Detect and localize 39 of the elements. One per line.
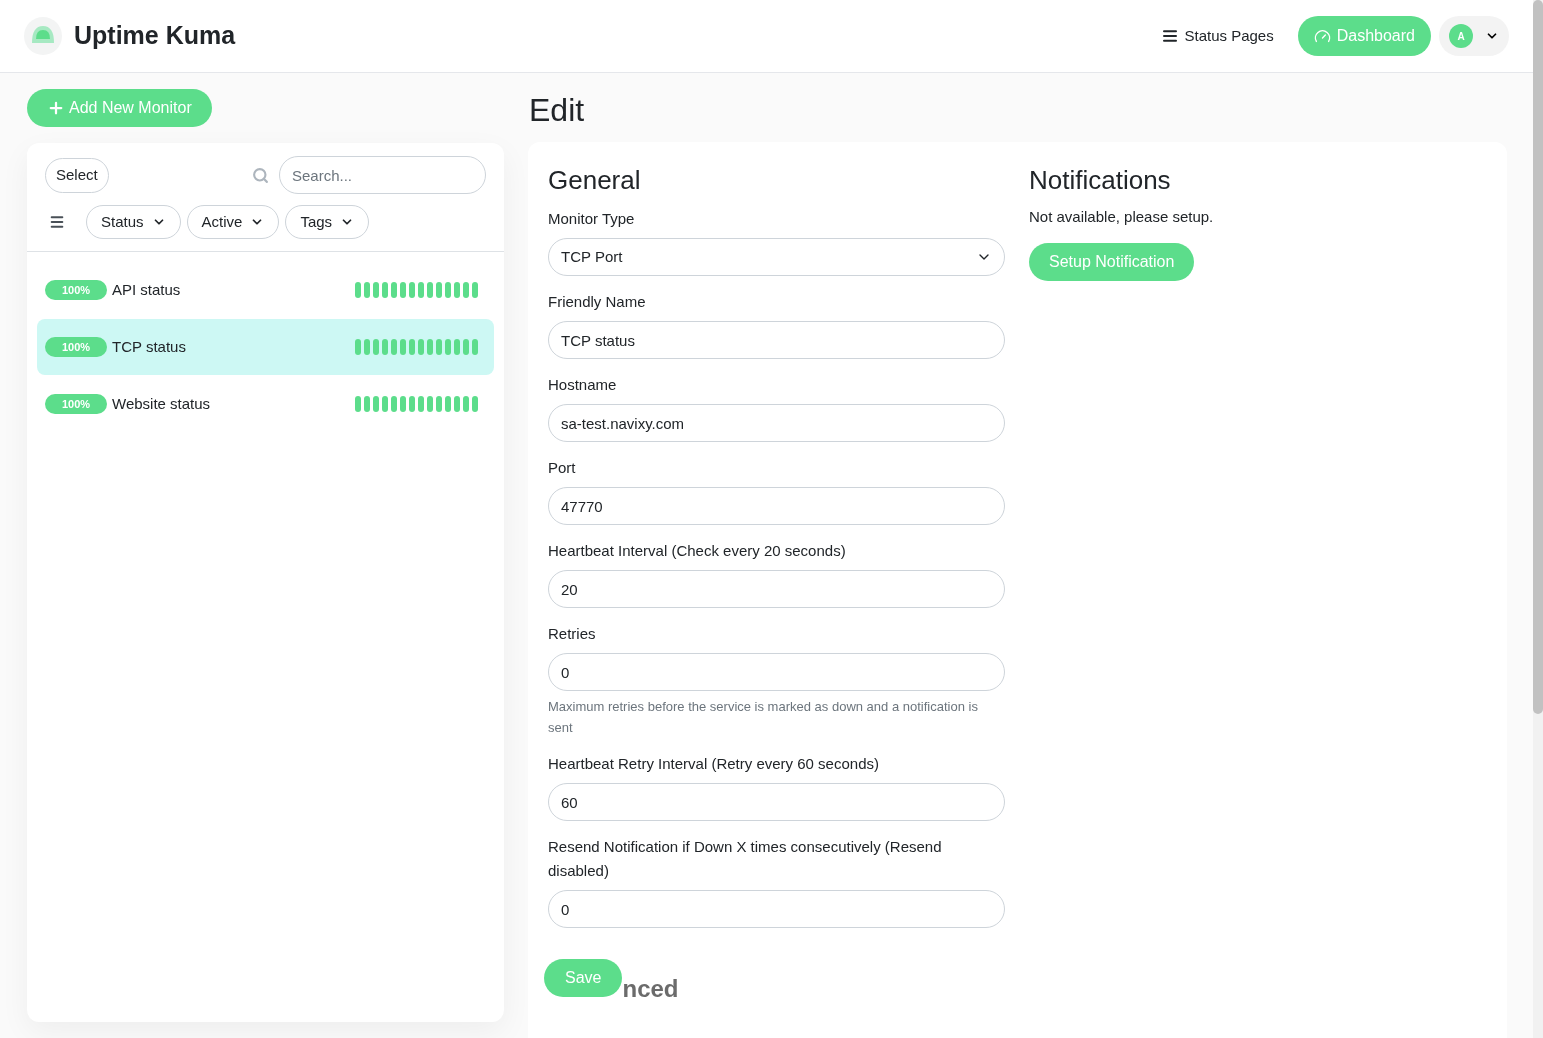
monitor-name: TCP status bbox=[112, 336, 186, 357]
menu-icon bbox=[1162, 28, 1179, 44]
uptime-badge: 100% bbox=[45, 337, 107, 357]
field-label: Heartbeat Retry Interval (Retry every 60 seconds) bbox=[548, 754, 880, 774]
input-field[interactable]: 0 bbox=[548, 890, 1005, 928]
section-title: Notifications bbox=[1029, 164, 1172, 196]
help-text: Maximum retries before the service is marked as down and a notification is sent bbox=[548, 698, 979, 737]
input-field[interactable]: 47770 bbox=[548, 487, 1005, 525]
field-label: Monitor Type bbox=[548, 209, 636, 229]
notifications-text: Not available, please setup. bbox=[1029, 207, 1215, 227]
avatar: A bbox=[1449, 24, 1473, 48]
gauge-icon bbox=[1313, 27, 1331, 45]
section-title: nced bbox=[622, 975, 679, 1003]
input-field[interactable]: 0 bbox=[548, 653, 1005, 691]
field-label: Heartbeat Interval (Check every 20 seconds) bbox=[548, 541, 847, 561]
monitor-name: Website status bbox=[112, 393, 211, 414]
section-title: General bbox=[548, 164, 642, 196]
logo-icon bbox=[24, 17, 62, 55]
uptime-badge: 100% bbox=[45, 280, 107, 300]
field-label: Retries bbox=[548, 624, 597, 644]
monitor-name: API status bbox=[112, 279, 181, 300]
monitor-item[interactable]: 100% TCP status bbox=[37, 319, 494, 375]
input-field[interactable]: sa-test.navixy.com bbox=[548, 404, 1005, 442]
field-label: Hostname bbox=[548, 375, 618, 395]
scrollbar[interactable] bbox=[1533, 0, 1543, 1038]
input-field[interactable]: 60 bbox=[548, 783, 1005, 821]
field-label: Friendly Name bbox=[548, 292, 647, 312]
search-icon bbox=[252, 166, 269, 184]
sort-menu-icon[interactable] bbox=[49, 214, 65, 230]
input-field[interactable]: 20 bbox=[548, 570, 1005, 608]
input-field[interactable]: TCP status bbox=[548, 321, 1005, 359]
page-title: Edit bbox=[529, 91, 586, 130]
search-field[interactable]: Search... bbox=[279, 156, 486, 194]
field-label: Port bbox=[548, 458, 577, 478]
plus-icon bbox=[47, 99, 65, 117]
field-label: Resend Notification if Down X times consecutively (Resend disabled) bbox=[548, 837, 943, 881]
brand-title: Uptime Kuma bbox=[74, 20, 236, 52]
status-pages-link[interactable]: Status Pages bbox=[1162, 24, 1274, 48]
uptime-badge: 100% bbox=[45, 394, 107, 414]
